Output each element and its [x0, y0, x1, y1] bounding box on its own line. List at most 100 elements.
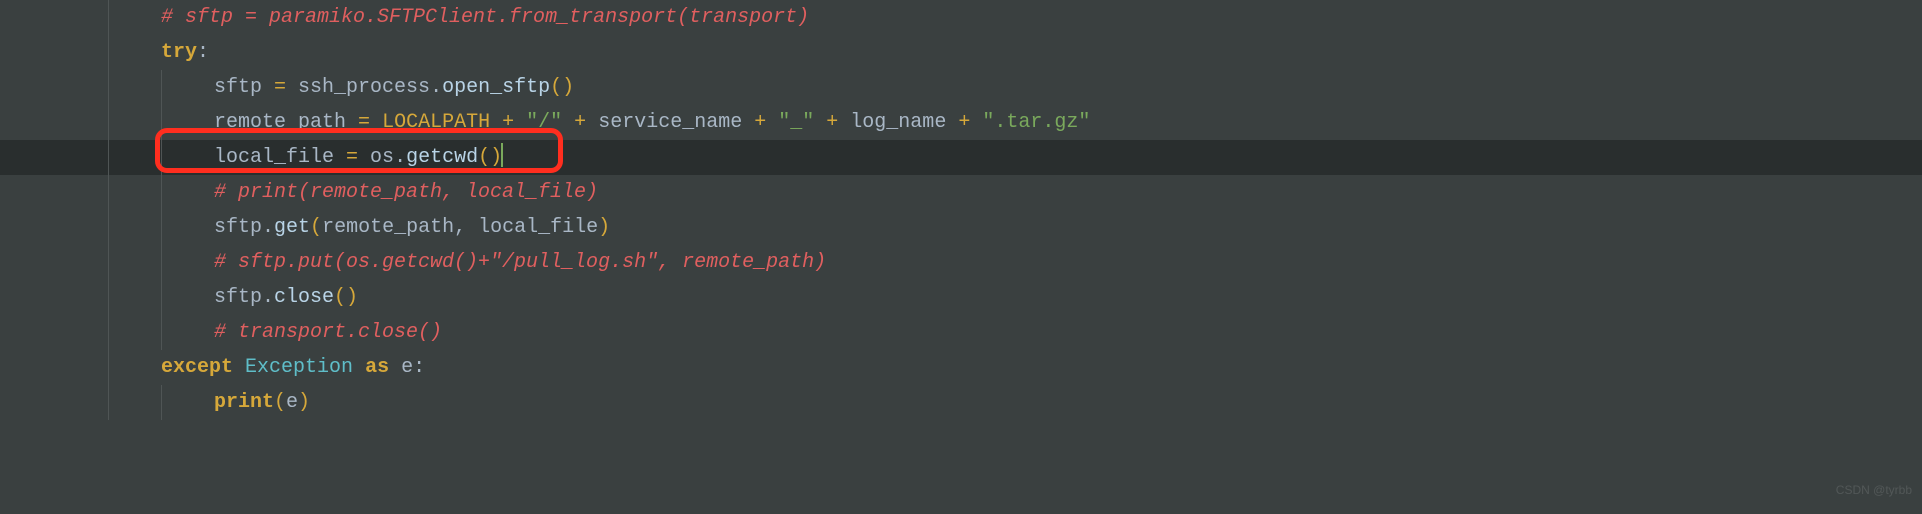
token-ident — [233, 356, 245, 379]
indent-space — [108, 0, 161, 35]
watermark: CSDN @tyrbb — [1836, 473, 1912, 508]
indent-guide — [108, 385, 109, 420]
indent-guide — [161, 175, 162, 210]
token-builtin: Exception — [245, 356, 353, 379]
token-paren: ( — [274, 391, 286, 414]
code-line[interactable]: local_file = os.getcwd() — [0, 140, 1922, 175]
indent-guide — [161, 105, 162, 140]
indent-guide — [108, 350, 109, 385]
token-comment: # sftp.put(os.getcwd()+"/pull_log.sh", r… — [214, 251, 826, 274]
indent-guide — [108, 315, 109, 350]
token-ident: os — [358, 146, 394, 169]
token-string: ".tar.gz" — [982, 111, 1090, 134]
token-ident: ssh_process — [286, 76, 430, 99]
token-string: "_" — [778, 111, 814, 134]
indent-guide — [161, 70, 162, 105]
token-ident — [970, 111, 982, 134]
indent-space — [108, 350, 161, 385]
token-keyword: as — [365, 356, 389, 379]
token-call: get — [274, 216, 310, 239]
token-op: + — [754, 111, 766, 134]
token-call: close — [274, 286, 334, 309]
indent-guide — [108, 245, 109, 280]
token-punct: : — [413, 356, 425, 379]
code-editor[interactable]: # sftp = paramiko.SFTPClient.from_transp… — [0, 0, 1922, 420]
token-ident: remote_path — [322, 216, 454, 239]
token-ident: remote_path — [214, 111, 358, 134]
token-comment: # print(remote_path, local_file) — [214, 181, 598, 204]
token-op: + — [826, 111, 838, 134]
token-paren: () — [550, 76, 574, 99]
code-line[interactable]: # sftp.put(os.getcwd()+"/pull_log.sh", r… — [0, 245, 1922, 280]
code-line[interactable]: # transport.close() — [0, 315, 1922, 350]
token-keyword: try — [161, 41, 197, 64]
token-keyword: except — [161, 356, 233, 379]
token-op: = — [358, 111, 370, 134]
indent-guide — [108, 105, 109, 140]
token-op: + — [574, 111, 586, 134]
token-call: open_sftp — [442, 76, 550, 99]
token-call: getcwd — [406, 146, 478, 169]
token-paren: () — [478, 146, 502, 169]
token-ident: local_file — [478, 216, 598, 239]
token-ident — [370, 111, 382, 134]
token-punct: . — [430, 76, 442, 99]
indent-guide — [108, 35, 109, 70]
token-ident — [562, 111, 574, 134]
token-punct: . — [262, 216, 274, 239]
token-paren: ) — [298, 391, 310, 414]
token-ident — [814, 111, 826, 134]
indent-guide — [161, 140, 162, 175]
token-punct: : — [197, 41, 209, 64]
token-op: + — [502, 111, 514, 134]
token-op: + — [958, 111, 970, 134]
code-line[interactable]: # print(remote_path, local_file) — [0, 175, 1922, 210]
token-ident: service_name — [586, 111, 754, 134]
code-line[interactable]: try: — [0, 35, 1922, 70]
token-paren: ) — [598, 216, 610, 239]
text-cursor — [501, 143, 503, 167]
token-ident: log_name — [838, 111, 958, 134]
indent-guide — [161, 315, 162, 350]
token-op: = — [346, 146, 358, 169]
token-paren: ( — [310, 216, 322, 239]
token-punct: , — [454, 216, 478, 239]
indent-guide — [161, 210, 162, 245]
indent-guide — [108, 280, 109, 315]
token-ident: sftp — [214, 286, 262, 309]
token-keyword: print — [214, 391, 274, 414]
token-ident: sftp — [214, 76, 274, 99]
token-comment: # transport.close() — [214, 321, 442, 344]
code-line[interactable]: print(e) — [0, 385, 1922, 420]
token-ident — [490, 111, 502, 134]
token-paren: () — [334, 286, 358, 309]
indent-guide — [108, 140, 109, 175]
code-line[interactable]: except Exception as e: — [0, 350, 1922, 385]
indent-guide — [161, 245, 162, 280]
token-ident: e — [286, 391, 298, 414]
token-ident: sftp — [214, 216, 262, 239]
indent-guide — [108, 175, 109, 210]
token-comment: # sftp = paramiko.SFTPClient.from_transp… — [161, 6, 809, 29]
token-ident: local_file — [214, 146, 346, 169]
token-ident — [353, 356, 365, 379]
indent-space — [108, 35, 161, 70]
indent-guide — [108, 0, 109, 35]
code-line[interactable]: # sftp = paramiko.SFTPClient.from_transp… — [0, 0, 1922, 35]
code-line[interactable]: sftp.close() — [0, 280, 1922, 315]
indent-guide — [161, 280, 162, 315]
indent-guide — [108, 210, 109, 245]
code-line[interactable]: sftp = ssh_process.open_sftp() — [0, 70, 1922, 105]
code-line[interactable]: remote_path = LOCALPATH + "/" + service_… — [0, 105, 1922, 140]
token-string: "/" — [526, 111, 562, 134]
token-punct: . — [394, 146, 406, 169]
indent-guide — [108, 70, 109, 105]
token-ident — [766, 111, 778, 134]
token-ident — [514, 111, 526, 134]
token-ident: e — [389, 356, 413, 379]
token-op: = — [274, 76, 286, 99]
token-punct: . — [262, 286, 274, 309]
code-line[interactable]: sftp.get(remote_path, local_file) — [0, 210, 1922, 245]
indent-guide — [161, 385, 162, 420]
token-const: LOCALPATH — [382, 111, 490, 134]
